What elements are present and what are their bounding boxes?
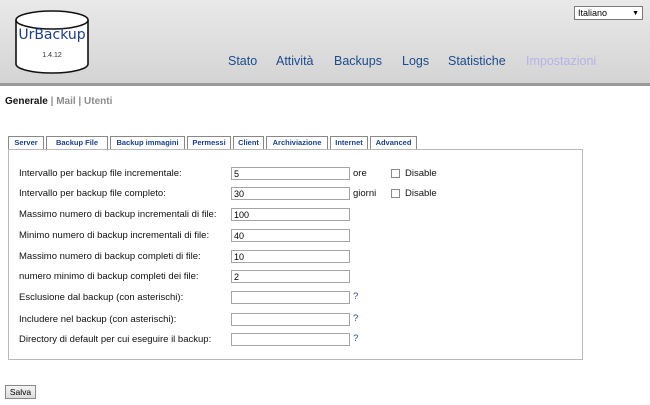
full-interval-unit: giorni	[353, 188, 377, 199]
full-interval-label: Intervallo per backup file completo:	[19, 188, 166, 199]
exclude-label: Esclusione dal backup (con asterischi):	[19, 292, 184, 303]
min-incr-input[interactable]	[231, 229, 350, 242]
setting-row-exclude: Esclusione dal backup (con asterischi): …	[19, 291, 579, 304]
logo-version: 1.4.12	[42, 52, 62, 59]
language-select[interactable]: Italiano ▼	[574, 6, 643, 20]
urbackup-logo: UrBackup 1.4.12	[14, 10, 90, 74]
tab-backup-immagini[interactable]: Backup immagini	[110, 136, 185, 150]
tab-internet[interactable]: Internet	[330, 136, 368, 150]
tab-client[interactable]: Client	[233, 136, 264, 150]
nav-stato[interactable]: Stato	[228, 54, 257, 68]
incr-interval-disable-checkbox[interactable]	[391, 169, 400, 178]
setting-row-min-full: numero minimo di backup completi dei fil…	[19, 270, 579, 283]
setting-row-max-incr: Massimo numero di backup incrementali di…	[19, 208, 579, 221]
tab-archiviazione[interactable]: Archiviazione	[266, 136, 328, 150]
dropdown-arrow-icon: ▼	[632, 10, 639, 17]
subnav-mail[interactable]: Mail	[56, 96, 75, 107]
incr-interval-disable-label: Disable	[405, 168, 437, 179]
max-incr-input[interactable]	[231, 208, 350, 221]
incr-interval-input[interactable]	[231, 167, 350, 180]
logo-title: UrBackup	[18, 27, 86, 43]
include-label: Includere nel backup (con asterischi):	[19, 314, 177, 325]
setting-row-max-full: Massimo numero di backup completi di fil…	[19, 250, 579, 263]
min-incr-label: Minimo numero di backup incrementali di …	[19, 230, 210, 241]
setting-row-include: Includere nel backup (con asterischi): ?	[19, 313, 579, 326]
nav-statistiche[interactable]: Statistiche	[448, 54, 506, 68]
full-interval-disable-label: Disable	[405, 188, 437, 199]
exclude-input[interactable]	[231, 291, 350, 304]
save-button[interactable]: Salva	[5, 385, 36, 399]
setting-row-incr-interval: Intervallo per backup file incrementale:…	[19, 167, 579, 180]
min-full-label: numero minimo di backup completi dei fil…	[19, 271, 199, 282]
max-incr-label: Massimo numero di backup incrementali di…	[19, 209, 217, 220]
max-full-label: Massimo numero di backup completi di fil…	[19, 251, 201, 262]
max-full-input[interactable]	[231, 250, 350, 263]
tab-server[interactable]: Server	[8, 136, 44, 150]
subnav-separator: |	[78, 96, 82, 107]
app-header: UrBackup 1.4.12 Italiano ▼ Stato Attivit…	[0, 0, 650, 86]
include-input[interactable]	[231, 313, 350, 326]
default-dirs-label: Directory di default per cui eseguire il…	[19, 334, 212, 345]
incr-interval-label: Intervallo per backup file incrementale:	[19, 168, 182, 179]
nav-impostazioni[interactable]: Impostazioni	[526, 54, 596, 68]
nav-attivita[interactable]: Attività	[276, 54, 314, 68]
subnav-general[interactable]: Generale	[5, 96, 48, 107]
language-selected: Italiano	[578, 8, 608, 18]
nav-logs[interactable]: Logs	[402, 54, 429, 68]
setting-row-min-incr: Minimo numero di backup incrementali di …	[19, 229, 579, 242]
include-help-icon[interactable]: ?	[353, 313, 358, 324]
incr-interval-unit: ore	[353, 168, 367, 179]
settings-subnav: Generale | Mail | Utenti	[5, 96, 112, 107]
nav-backups[interactable]: Backups	[334, 54, 382, 68]
subnav-separator: |	[50, 96, 54, 107]
setting-row-full-interval: Intervallo per backup file completo: gio…	[19, 187, 579, 200]
exclude-help-icon[interactable]: ?	[353, 291, 358, 302]
default-dirs-help-icon[interactable]: ?	[353, 333, 358, 344]
tab-permessi[interactable]: Permessi	[187, 136, 231, 150]
setting-row-default-dirs: Directory di default per cui eseguire il…	[19, 333, 579, 346]
full-interval-disable-checkbox[interactable]	[391, 189, 400, 198]
default-dirs-input[interactable]	[231, 333, 350, 346]
subnav-users[interactable]: Utenti	[84, 96, 112, 107]
tab-advanced[interactable]: Advanced	[370, 136, 417, 150]
full-interval-input[interactable]	[231, 187, 350, 200]
min-full-input[interactable]	[231, 270, 350, 283]
